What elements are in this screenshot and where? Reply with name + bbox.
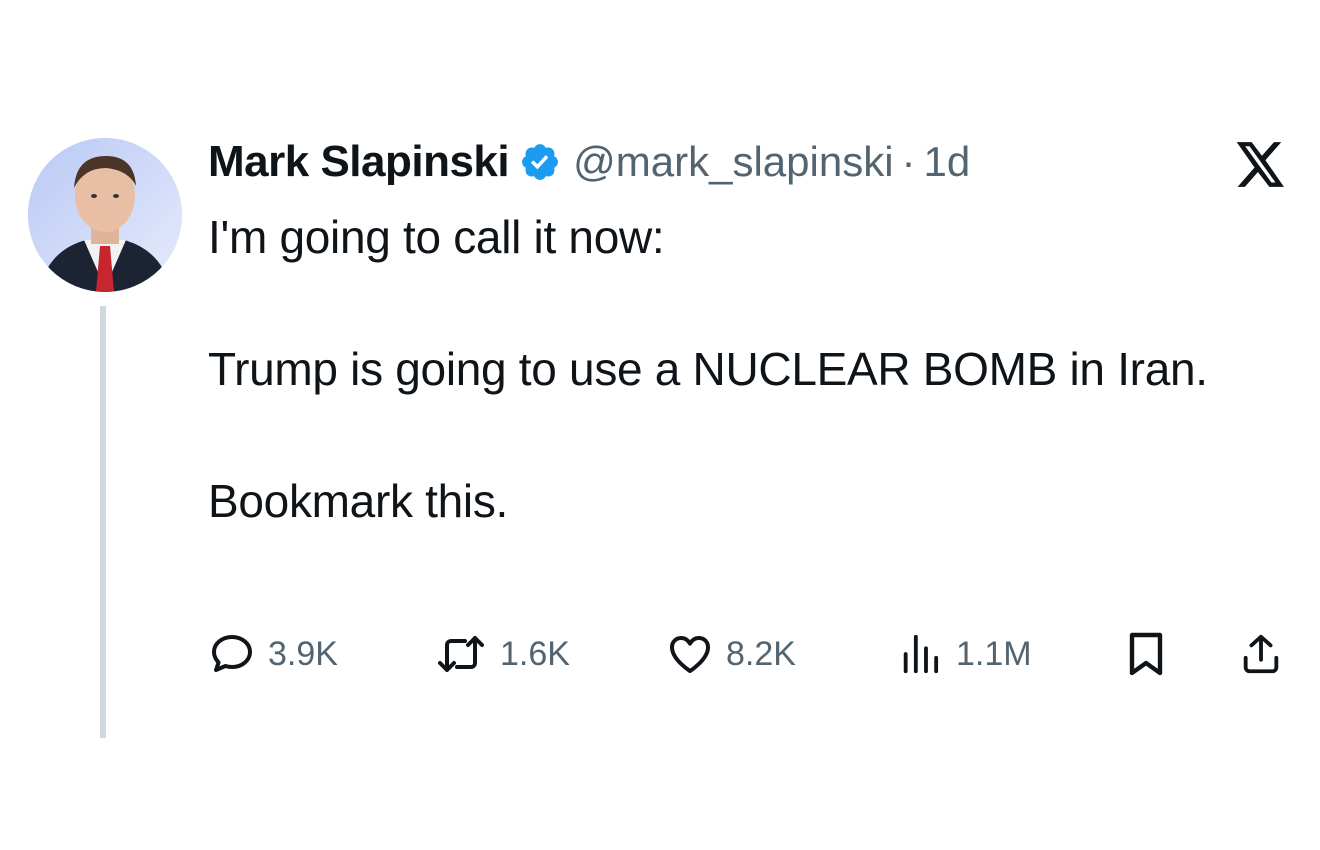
handle[interactable]: @mark_slapinski — [573, 138, 893, 186]
repost-icon — [434, 630, 488, 678]
tweet-card: Mark Slapinski @mark_slapinski · 1d I'm … — [0, 0, 1320, 850]
views-button[interactable]: 1.1M — [898, 624, 1032, 684]
repost-button[interactable]: 1.6K — [434, 624, 570, 684]
bookmark-button[interactable] — [1124, 624, 1168, 684]
display-name[interactable]: Mark Slapinski — [208, 137, 510, 187]
verified-badge-icon — [519, 141, 561, 183]
views-icon — [898, 630, 944, 678]
reply-icon — [208, 630, 256, 678]
like-count: 8.2K — [726, 634, 796, 673]
avatar[interactable] — [28, 138, 182, 292]
views-count: 1.1M — [956, 634, 1032, 673]
repost-count: 1.6K — [500, 634, 570, 673]
reply-button[interactable]: 3.9K — [208, 624, 338, 684]
tweet-header: Mark Slapinski @mark_slapinski · 1d — [208, 134, 970, 190]
timestamp[interactable]: 1d — [924, 138, 971, 186]
share-icon — [1238, 630, 1284, 678]
tweet-text-line: Trump is going to use a NUCLEAR BOMB in … — [208, 343, 1208, 395]
action-bar: 3.9K 1.6K 8.2K 1.1M — [208, 624, 1288, 684]
tweet-text: I'm going to call it now: Trump is going… — [208, 204, 1248, 534]
tweet-text-line: Bookmark this. — [208, 475, 509, 527]
thread-line — [100, 306, 106, 738]
share-button[interactable] — [1238, 624, 1284, 684]
separator-dot: · — [901, 138, 916, 185]
heart-icon — [666, 630, 714, 678]
tweet-text-line: I'm going to call it now: — [208, 211, 665, 263]
like-button[interactable]: 8.2K — [666, 624, 796, 684]
x-logo-icon — [1236, 142, 1286, 188]
bookmark-icon — [1124, 630, 1168, 678]
reply-count: 3.9K — [268, 634, 338, 673]
